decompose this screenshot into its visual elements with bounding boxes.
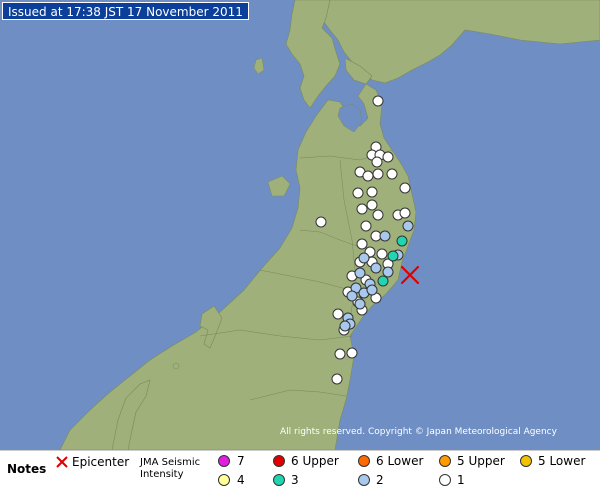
station-marker (372, 95, 384, 107)
station-marker (362, 170, 374, 182)
intensity-7-swatch (218, 455, 230, 467)
copyright-notice: All rights reserved. Copyright © Japan M… (280, 427, 557, 437)
intensity-5-lower-swatch (520, 455, 532, 467)
station-marker (382, 266, 394, 278)
intensity-6-upper-label: 6 Upper (291, 454, 339, 468)
intensity-3-swatch (273, 474, 285, 486)
station-marker (371, 156, 383, 168)
station-marker (331, 373, 343, 385)
station-marker (358, 252, 370, 264)
intensity-4-swatch (218, 474, 230, 486)
station-marker (387, 250, 399, 262)
station-marker (382, 151, 394, 163)
station-marker (346, 290, 358, 302)
station-marker (332, 308, 344, 320)
station-marker (372, 209, 384, 221)
intensity-5-lower-label: 5 Lower (538, 454, 586, 468)
intensity-2-swatch (358, 474, 370, 486)
intensity-6-lower-swatch (358, 455, 370, 467)
station-marker (360, 220, 372, 232)
station-marker (402, 220, 414, 232)
legend-scale-subtitle: Intensity (140, 469, 184, 480)
station-marker (370, 262, 382, 274)
station-marker (315, 216, 327, 228)
intensity-2-label: 2 (376, 473, 384, 487)
station-marker (366, 186, 378, 198)
legend-scale-title: JMA Seismic (140, 457, 201, 468)
issued-timestamp: Issued at 17:38 JST 17 November 2011 (2, 2, 249, 20)
intensity-5-upper-swatch (439, 455, 451, 467)
station-marker (396, 235, 408, 247)
station-marker (399, 182, 411, 194)
station-marker (372, 168, 384, 180)
legend-epicenter-label: Epicenter (72, 455, 130, 469)
station-marker (356, 203, 368, 215)
station-marker (377, 275, 389, 287)
station-marker (379, 230, 391, 242)
intensity-6-lower-label: 6 Lower (376, 454, 424, 468)
intensity-4-label: 4 (237, 473, 245, 487)
legend-panel: Notes Epicenter JMA Seismic Intensity 7 … (0, 450, 600, 490)
station-marker (352, 187, 364, 199)
seismic-intensity-map (0, 0, 600, 450)
station-marker (399, 207, 411, 219)
intensity-6-upper-swatch (273, 455, 285, 467)
station-marker (356, 238, 368, 250)
station-marker (334, 348, 346, 360)
awashima-island (172, 362, 180, 370)
station-marker (346, 347, 358, 359)
station-marker (354, 267, 366, 279)
station-marker (386, 168, 398, 180)
intensity-7-label: 7 (237, 454, 245, 468)
station-marker (376, 248, 388, 260)
intensity-3-label: 3 (291, 473, 299, 487)
station-marker (339, 320, 351, 332)
intensity-5-upper-label: 5 Upper (457, 454, 505, 468)
legend-notes-label: Notes (7, 462, 47, 476)
station-marker (354, 298, 366, 310)
station-marker (366, 284, 378, 296)
intensity-1-label: 1 (457, 473, 465, 487)
intensity-1-swatch (439, 474, 451, 486)
epicenter-legend-icon (56, 456, 68, 468)
station-marker (366, 199, 378, 211)
